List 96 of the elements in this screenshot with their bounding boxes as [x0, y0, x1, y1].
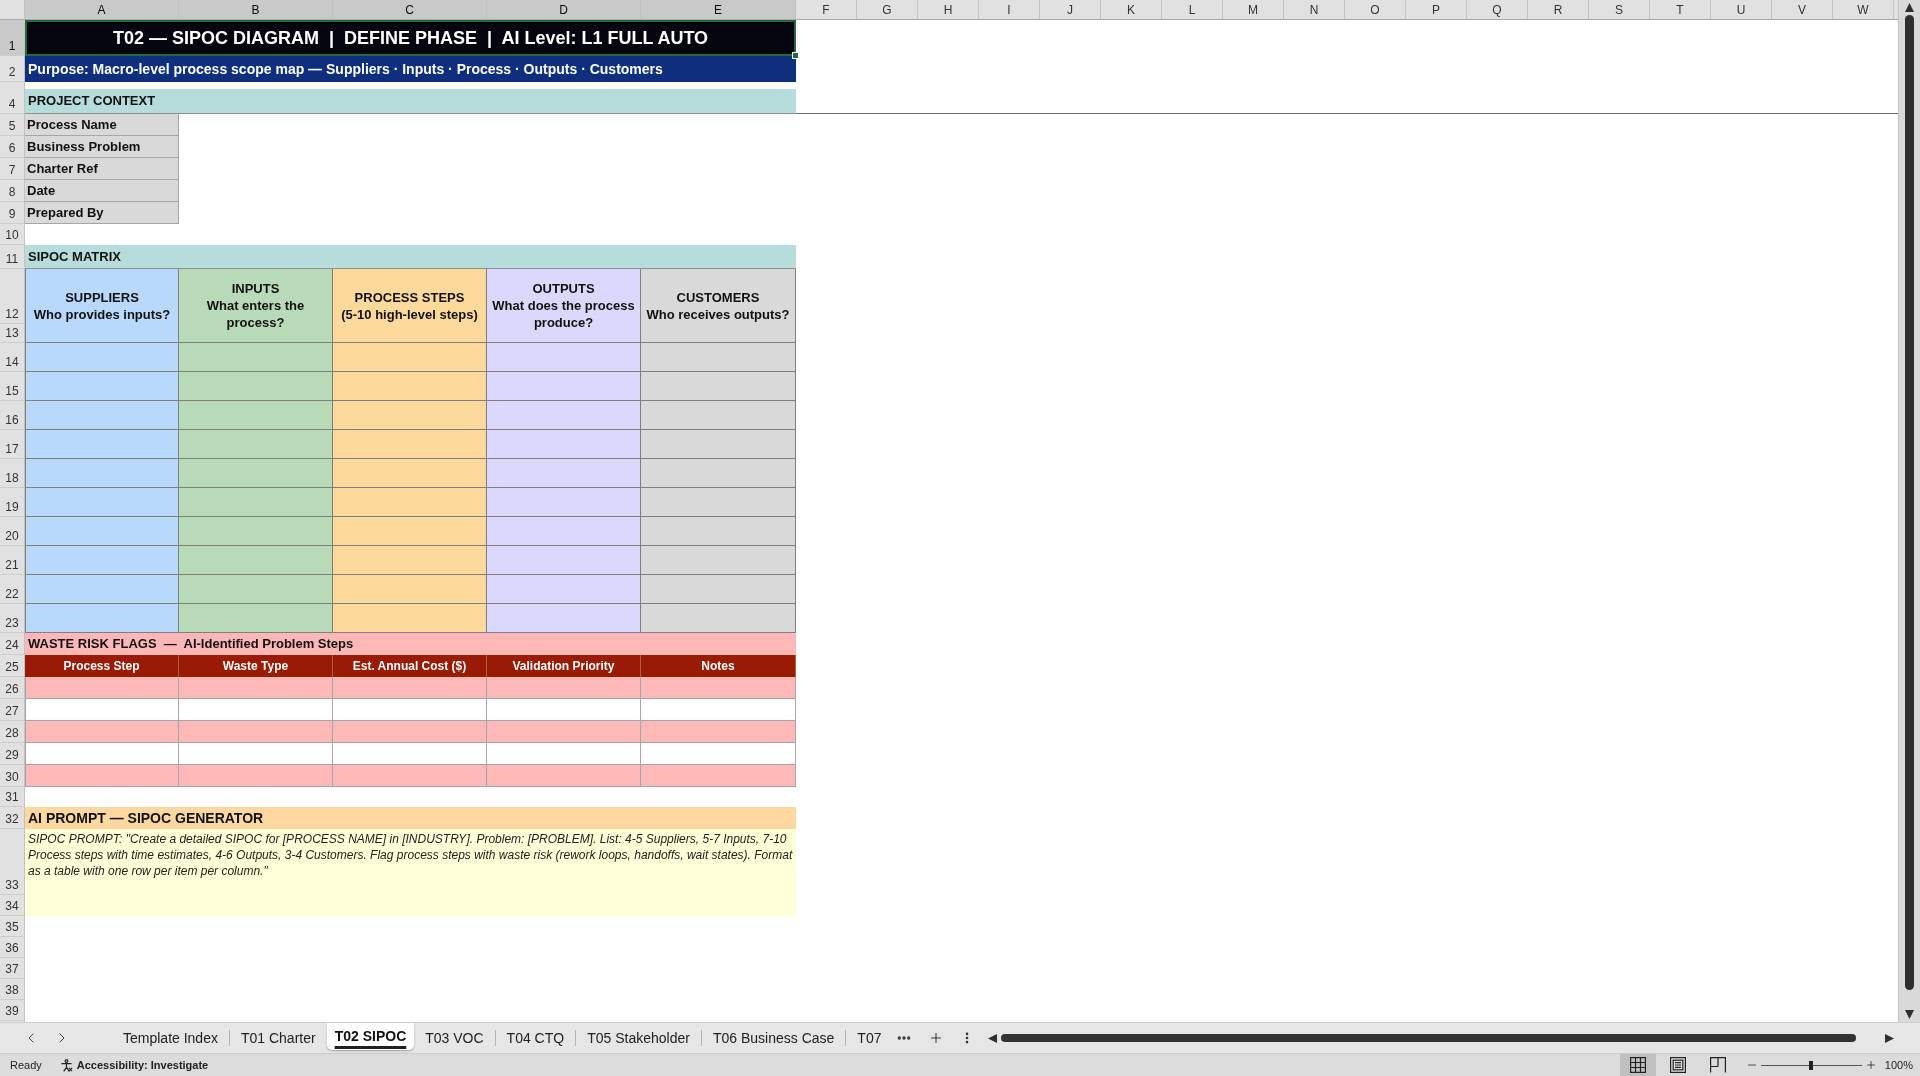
purpose-text: Purpose: Macro-level process scope map — Suppliers · Inputs · Process · Outputs · Customers [28, 59, 663, 79]
row-header[interactable]: 27 [0, 699, 24, 721]
row-header[interactable]: 30 [0, 765, 24, 787]
column-title: SUPPLIERS [65, 288, 139, 306]
status-text: Ready [9, 1057, 42, 1073]
column-subtitle: What enters the process? [205, 297, 306, 331]
column-header[interactable]: D [487, 0, 641, 19]
sheet-tab[interactable]: T01 Charter [229, 1026, 327, 1050]
horizontal-scrollbar-thumb[interactable] [1001, 1034, 1857, 1042]
column-header: Notes [641, 655, 796, 677]
zoom-slider[interactable] [1760, 1060, 1862, 1070]
row-header[interactable]: 18 [0, 459, 24, 488]
sheet-tab[interactable]: T06 Business Case [701, 1026, 846, 1050]
zoom-slider-thumb[interactable] [1809, 1060, 1814, 1070]
row-header[interactable]: 6 [0, 136, 24, 158]
column-title: OUTPUTS [532, 280, 595, 297]
column-title: CUSTOMERS [676, 288, 760, 306]
scroll-up-arrow-icon[interactable] [1905, 3, 1914, 12]
row-header[interactable]: 24 [0, 633, 24, 655]
row-header[interactable]: 4 [0, 82, 24, 114]
accessibility-status[interactable]: Accessibility: Investigate [76, 1056, 209, 1074]
row-header[interactable]: 36 [0, 937, 24, 958]
row-header[interactable]: 21 [0, 546, 24, 575]
row-header[interactable]: 13 [0, 324, 24, 343]
row-header[interactable]: 35 [0, 916, 24, 937]
prompt-text: SIPOC PROMPT: "Create a detailed SIPOC for [PROCESS NAME] in [INDUSTRY]. Problem: [PROBLEM]. List: 4-5 Suppliers, 5-7 Inputs, 7-10 Process steps with time estimates, 4-6 Outputs, 3-4 Customers. Flag process steps with waste risk (rework loops, handoffs, wait states). Format as a table with one row per item per column." [28, 831, 793, 879]
sheet-title: T02 — SIPOC DIAGRAM | DEFINE PHASE | AI Level: L1 FULL AUTO [112, 26, 709, 50]
column-subtitle: (5-10 high-level steps) [341, 305, 478, 323]
field-label: Business Problem [25, 136, 179, 158]
field-label: Prepared By [25, 202, 179, 224]
row-header[interactable]: 26 [0, 677, 24, 699]
scroll-right-arrow-icon[interactable] [1885, 1033, 1894, 1043]
column-subtitle: Who receives outputs? [646, 305, 790, 323]
section-heading: PROJECT CONTEXT [28, 92, 156, 111]
field-label: Charter Ref [25, 158, 179, 180]
column-header[interactable]: A [25, 0, 179, 19]
field-label: Date [25, 180, 179, 202]
scroll-down-arrow-icon[interactable] [1905, 1010, 1914, 1019]
row-header[interactable]: 31 [0, 787, 24, 807]
section-heading: WASTE RISK FLAGS — AI-Identified Problem Steps [28, 635, 354, 654]
row-header[interactable]: 1 [0, 20, 24, 56]
column-title: PROCESS STEPS [354, 288, 465, 306]
column-header: Waste Type [179, 655, 333, 677]
row-header[interactable]: 22 [0, 575, 24, 604]
row-header[interactable]: 5 [0, 114, 24, 136]
row-header[interactable]: 29 [0, 743, 24, 765]
page-icon [1669, 1057, 1686, 1073]
row-header[interactable]: 28 [0, 721, 24, 743]
row-header[interactable]: 39 [0, 1000, 24, 1021]
zoom-in-icon[interactable] [1864, 1059, 1877, 1071]
row-header[interactable]: 33 [0, 829, 24, 895]
row-header[interactable]: 14 [0, 343, 24, 372]
column-header[interactable]: E [641, 0, 796, 19]
sheet-tab[interactable]: Template Index [112, 1026, 229, 1050]
sheet-tab[interactable]: T02 SIPOC [326, 1023, 415, 1050]
column-header: Est. Annual Cost ($) [333, 655, 487, 677]
row-header[interactable]: 10 [0, 224, 24, 245]
row-header[interactable]: 37 [0, 958, 24, 979]
page-break-icon [1709, 1057, 1726, 1073]
row-header[interactable]: 32 [0, 807, 24, 829]
row-header[interactable]: 25 [0, 655, 24, 677]
row-header[interactable]: 17 [0, 430, 24, 459]
row-header[interactable]: 12 [0, 269, 24, 324]
sheet-tab[interactable]: T04 CTQ [495, 1026, 576, 1050]
sheet-tab[interactable]: T05 Stakeholder [576, 1026, 701, 1050]
row-header[interactable]: 8 [0, 180, 24, 202]
person-icon[interactable] [59, 1058, 73, 1072]
vertical-scrollbar-thumb[interactable] [1905, 15, 1914, 990]
grid-icon [1629, 1057, 1646, 1073]
zoom-percentage[interactable]: 100% [1884, 1056, 1920, 1074]
sheet-tab[interactable]: T03 VOC [414, 1026, 495, 1050]
column-title: INPUTS [231, 280, 280, 297]
column-header[interactable]: B [179, 0, 333, 19]
row-header[interactable]: 23 [0, 604, 24, 633]
row-header[interactable]: 38 [0, 979, 24, 1000]
row-header[interactable]: 15 [0, 372, 24, 401]
column-header[interactable]: C [333, 0, 487, 19]
row-header[interactable]: 7 [0, 158, 24, 180]
row-header[interactable]: 11 [0, 245, 24, 269]
column-subtitle: What does the process produce? [491, 297, 636, 331]
row-header[interactable]: 9 [0, 202, 24, 224]
scroll-left-arrow-icon[interactable] [988, 1033, 998, 1043]
column-subtitle: Who provides inputs? [33, 305, 171, 323]
row-header[interactable]: 34 [0, 895, 24, 916]
view-button[interactable] [1619, 1054, 1656, 1076]
section-heading: SIPOC MATRIX [28, 247, 121, 266]
fill-handle-icon[interactable] [792, 52, 799, 59]
field-label: Process Name [25, 114, 179, 136]
column-header: Validation Priority [487, 655, 641, 677]
column-header: Process Step [25, 655, 179, 677]
row-header[interactable]: 20 [0, 517, 24, 546]
sheet-tab[interactable]: T07 [846, 1026, 893, 1050]
row-header[interactable]: 16 [0, 401, 24, 430]
row-header[interactable]: 19 [0, 488, 24, 517]
row-header[interactable]: 2 [0, 56, 24, 82]
section-heading: AI PROMPT — SIPOC GENERATOR [28, 808, 264, 828]
